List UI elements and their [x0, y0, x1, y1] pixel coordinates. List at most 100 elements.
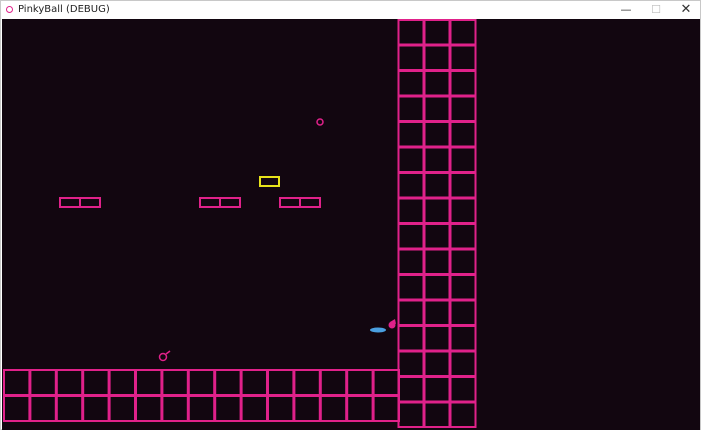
floor-tile — [293, 369, 321, 396]
floor-tile — [346, 369, 374, 396]
wall-tile — [423, 376, 451, 403]
wall-tile — [423, 95, 451, 122]
wall-tile — [397, 121, 425, 148]
floor-tile — [161, 369, 189, 396]
wall-tile — [449, 197, 477, 224]
minimize-icon: — — [620, 3, 632, 16]
floor-tile — [267, 369, 295, 396]
wall-tile — [397, 350, 425, 377]
wall-tile — [449, 401, 477, 428]
wall-tile — [449, 146, 477, 173]
highlight-brick — [259, 176, 280, 187]
floor-tile — [29, 395, 57, 422]
wall-tile — [449, 299, 477, 326]
wall-tile — [449, 376, 477, 403]
ring-pickup — [316, 118, 324, 126]
wall-tile — [449, 172, 477, 199]
player-pointer — [165, 350, 171, 355]
wall-tile — [397, 95, 425, 122]
wall-tile — [397, 223, 425, 250]
wall-tile — [423, 248, 451, 275]
brick — [59, 197, 81, 208]
floor-tile — [82, 369, 110, 396]
wall-tile — [397, 172, 425, 199]
wall-tile — [449, 19, 477, 46]
floor-tile — [319, 369, 348, 396]
wall-tile — [423, 274, 451, 301]
wall-tile — [449, 274, 477, 301]
floor-tile — [214, 369, 242, 396]
floor-tile — [161, 395, 189, 422]
floor-tile — [108, 395, 136, 422]
floor-tile — [319, 395, 348, 422]
brick — [299, 197, 321, 208]
floor-tile — [346, 395, 374, 422]
wall-tile — [397, 19, 425, 46]
wall-tile — [397, 401, 425, 428]
wall-tile — [449, 121, 477, 148]
wall-tile — [397, 70, 425, 97]
floor-tile — [3, 395, 31, 422]
wall-tile — [449, 325, 477, 352]
floor-tile — [240, 395, 269, 422]
wall-tile — [449, 70, 477, 97]
wall-tile — [397, 146, 425, 173]
wall-tile — [423, 44, 451, 71]
floor-tile — [187, 395, 216, 422]
wall-tile — [423, 19, 451, 46]
wall-tile — [397, 248, 425, 275]
floor-tile — [135, 395, 163, 422]
brick — [219, 197, 241, 208]
floor-tile — [372, 369, 401, 396]
game-window: PinkyBall (DEBUG) — ☐ ✕ — [0, 0, 701, 430]
wall-tile — [423, 172, 451, 199]
wall-tile — [423, 401, 451, 428]
wall-tile — [449, 44, 477, 71]
brick — [79, 197, 101, 208]
wall-tile — [423, 70, 451, 97]
wall-tile — [423, 223, 451, 250]
brick — [279, 197, 301, 208]
minimize-button[interactable]: — — [611, 1, 641, 19]
floor-tile — [108, 369, 136, 396]
game-canvas[interactable] — [2, 19, 700, 430]
wall-tile — [423, 146, 451, 173]
wall-tile — [397, 376, 425, 403]
pinky-ball-icon — [6, 6, 13, 13]
wall-tile — [449, 248, 477, 275]
floor-tile — [82, 395, 110, 422]
wall-tile — [423, 121, 451, 148]
close-button[interactable]: ✕ — [671, 1, 701, 19]
wall-tile — [423, 197, 451, 224]
floor-tile — [372, 395, 401, 422]
wall-tile — [397, 299, 425, 326]
wall-tile — [397, 274, 425, 301]
floor-tile — [293, 395, 321, 422]
maximize-button[interactable]: ☐ — [641, 1, 671, 19]
wall-tile — [423, 299, 451, 326]
window-title: PinkyBall (DEBUG) — [18, 4, 110, 15]
brick — [199, 197, 221, 208]
wall-tile — [397, 197, 425, 224]
floor-tile — [267, 395, 295, 422]
wall-tile — [449, 95, 477, 122]
game-scene — [3, 19, 477, 428]
paddle[interactable] — [370, 327, 386, 333]
wall-tile — [423, 350, 451, 377]
wall-tile — [397, 44, 425, 71]
player-ball — [158, 352, 168, 362]
floor-tile — [135, 369, 163, 396]
title-bar[interactable]: PinkyBall (DEBUG) — ☐ ✕ — [1, 1, 700, 19]
floor-tile — [187, 369, 216, 396]
wall-tile — [397, 325, 425, 352]
floor-tile — [55, 369, 84, 396]
wall-tile — [423, 325, 451, 352]
floor-tile — [55, 395, 84, 422]
floor-tile — [214, 395, 242, 422]
wall-tile — [449, 350, 477, 377]
floor-tile — [3, 369, 31, 396]
close-icon: ✕ — [680, 2, 692, 17]
maximize-icon: ☐ — [651, 3, 661, 16]
floor-tile — [240, 369, 269, 396]
floor-tile — [29, 369, 57, 396]
